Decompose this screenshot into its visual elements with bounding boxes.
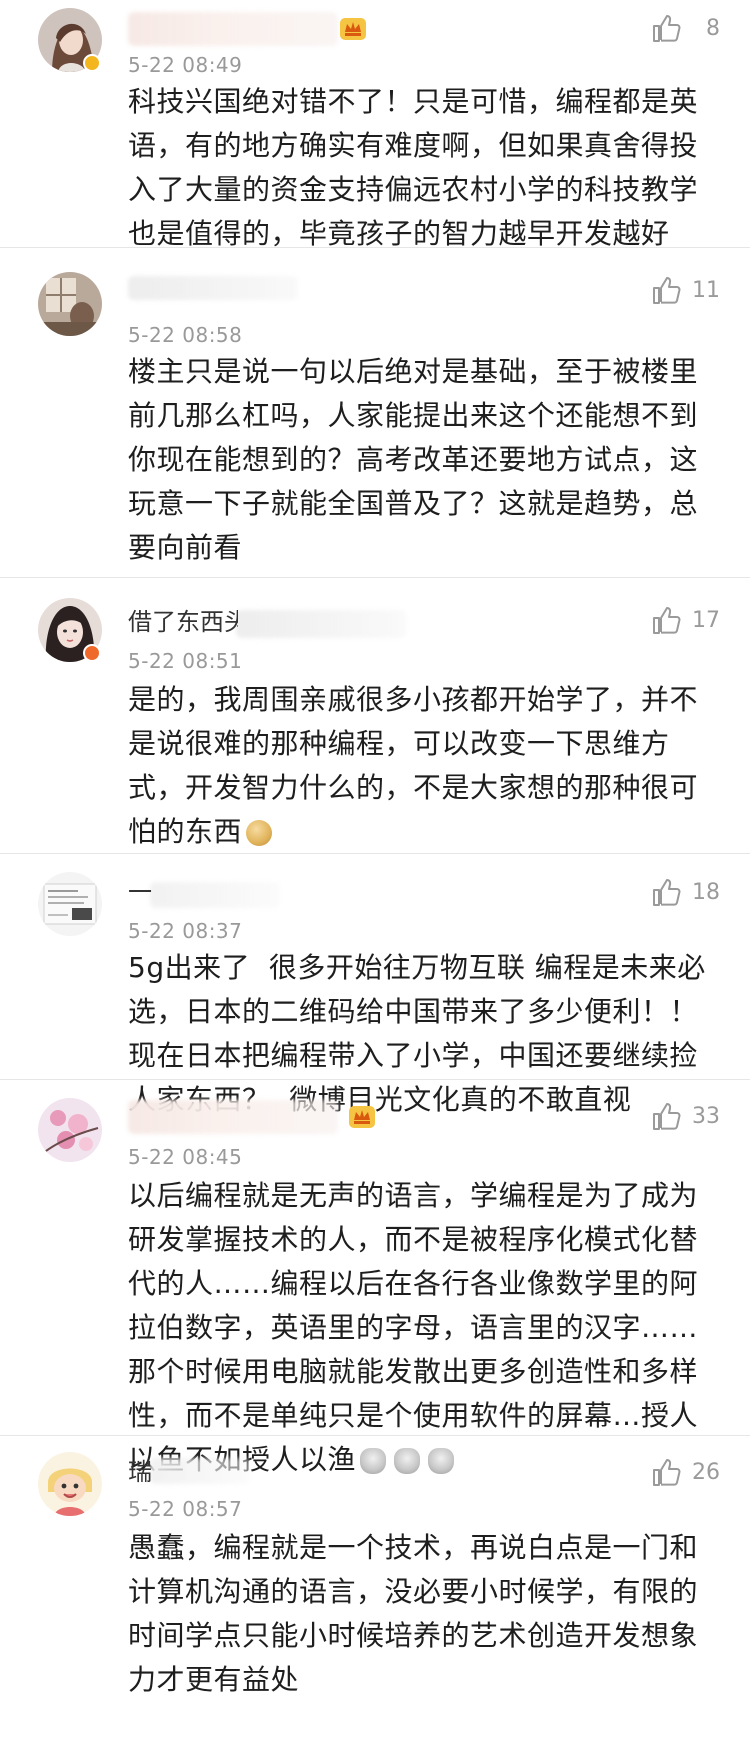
timestamp: 5-22 08:51 <box>128 649 243 673</box>
avatar[interactable] <box>38 1452 102 1516</box>
comment-feed: 5-22 08:49 8 科技兴国绝对错不了！只是可惜，编程都是英语，有的地方确… <box>0 0 750 1762</box>
avatar[interactable] <box>38 272 102 336</box>
comment-item: 5-22 08:58 11 楼主只是说一句以后绝对是基础，至于被楼里前几那么杠吗… <box>0 248 750 578</box>
thumbs-up-icon <box>653 15 681 42</box>
thumbs-up-icon <box>653 1459 681 1486</box>
vip-crown-icon <box>349 1106 375 1128</box>
timestamp: 5-22 08:49 <box>128 53 243 77</box>
comment-item: 一 5-22 08:37 18 5g出来了 很多开始往万物互联 编程是未来必选，… <box>0 854 750 1116</box>
like-count: 26 <box>692 1459 720 1485</box>
comment-text: 科技兴国绝对错不了！只是可惜，编程都是英语，有的地方确实有难度啊，但如果真舍得投… <box>128 85 699 250</box>
thumbs-up-icon <box>653 277 681 304</box>
like-button[interactable]: 17 <box>650 602 720 638</box>
comment-text: 愚蠢，编程就是一个技术，再说白点是一门和计算机沟通的语言，没必要小时候学，有限的… <box>128 1531 699 1696</box>
username[interactable]: 一 <box>128 874 152 910</box>
timestamp: 5-22 08:45 <box>128 1145 243 1169</box>
thumbs-up-icon <box>653 607 681 634</box>
username[interactable]: 借了东西头什么不还 <box>128 604 238 640</box>
comment-item: 5-22 08:49 8 科技兴国绝对错不了！只是可惜，编程都是英语，有的地方确… <box>0 0 750 250</box>
comment-text-body: 以后编程就是无声的语言，学编程是为了成为研发掌握技术的人，而不是被程序化模式化替… <box>128 1179 699 1476</box>
like-button[interactable]: 26 <box>650 1454 720 1490</box>
comment-item: 借了东西头什么不还 5-22 08:51 17 是的，我周围亲戚很多小孩都开始学… <box>0 578 750 854</box>
thumbs-up-icon <box>653 1103 681 1130</box>
like-button[interactable]: 33 <box>650 1098 720 1134</box>
thumbs-up-icon <box>653 879 681 906</box>
vip-crown-icon <box>340 18 366 40</box>
like-button[interactable]: 8 <box>650 10 720 46</box>
sweat-emoji-icon <box>246 820 273 846</box>
comment-text: 是的，我周围亲戚很多小孩都开始学了，并不是说很难的那种编程，可以改变一下思维方式… <box>128 678 708 854</box>
comment-item: 瑞 5-22 08:57 26 愚蠢，编程就是一个技术，再说白点是一门和计算机沟… <box>0 1436 750 1762</box>
timestamp: 5-22 08:57 <box>128 1497 243 1521</box>
verified-badge-icon <box>83 54 101 72</box>
like-count: 18 <box>692 879 720 905</box>
avatar[interactable] <box>38 872 102 936</box>
comment-item: 5-22 08:45 33 以后编程就是无声的语言，学编程是为了成为研发掌握技术… <box>0 1080 750 1476</box>
verified-badge-icon <box>83 644 101 662</box>
like-count: 11 <box>692 277 720 303</box>
avatar[interactable] <box>38 1098 102 1162</box>
like-count: 33 <box>692 1103 720 1129</box>
username[interactable]: 瑞 <box>128 1454 152 1490</box>
timestamp: 5-22 08:37 <box>128 919 243 943</box>
timestamp: 5-22 08:58 <box>128 323 243 347</box>
comment-text: 楼主只是说一句以后绝对是基础，至于被楼里前几那么杠吗，人家能提出来这个还能想不到… <box>128 355 699 564</box>
like-count: 17 <box>692 607 720 633</box>
comment-text-body: 是的，我周围亲戚很多小孩都开始学了，并不是说很难的那种编程，可以改变一下思维方式… <box>128 683 699 848</box>
like-count: 8 <box>706 15 720 41</box>
like-button[interactable]: 11 <box>650 272 720 308</box>
like-button[interactable]: 18 <box>650 874 720 910</box>
